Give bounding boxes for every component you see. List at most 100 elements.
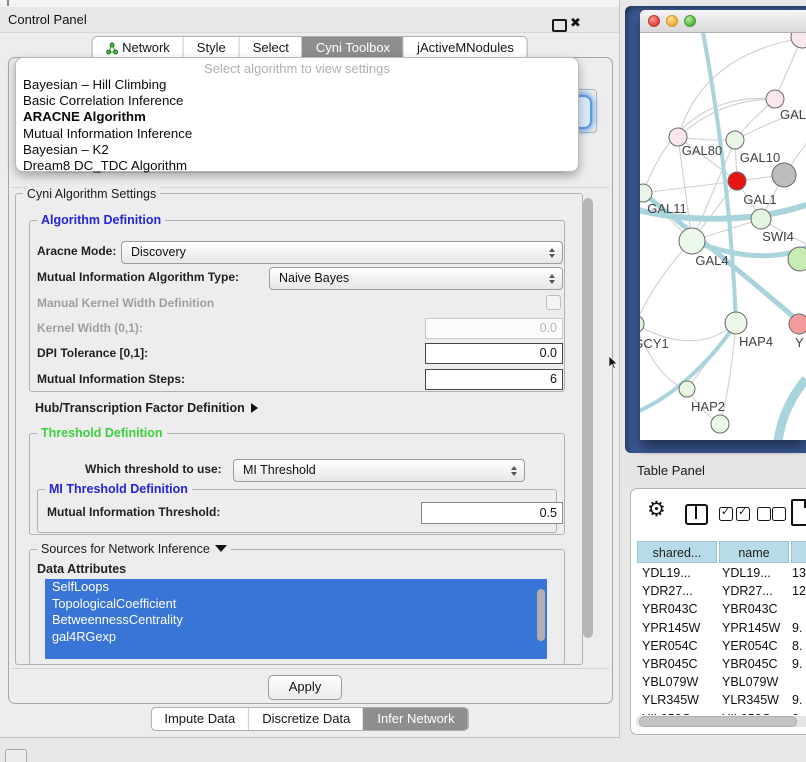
aracne-mode-combo[interactable]: Discovery bbox=[121, 241, 563, 264]
node-GAL10[interactable] bbox=[726, 131, 744, 149]
table-row[interactable]: YLR345WYLR345W9. bbox=[637, 691, 806, 709]
bottom-tab-impute-data[interactable]: Impute Data bbox=[151, 708, 248, 730]
node-gray-node[interactable] bbox=[772, 163, 796, 187]
table-cell[interactable]: YDL19... bbox=[717, 564, 787, 582]
document-icon[interactable] bbox=[791, 499, 806, 526]
dpi-tolerance-field[interactable]: 0.0 bbox=[425, 343, 563, 364]
attribute-item-topologicalcoefficient[interactable]: TopologicalCoefficient bbox=[45, 596, 547, 613]
kernel-width-field[interactable]: 0.0 bbox=[425, 318, 563, 339]
table-cell[interactable]: YPR145W bbox=[637, 619, 717, 637]
node-GCY1[interactable] bbox=[640, 315, 644, 333]
node-GAL1[interactable] bbox=[751, 209, 771, 229]
which-threshold-combo[interactable]: MI Threshold bbox=[233, 459, 525, 482]
table-cell[interactable] bbox=[787, 673, 806, 691]
table-cell[interactable]: 9. bbox=[787, 655, 806, 673]
network-window[interactable]: GAL7GAL80GAL10GAL1GAL11SWI4GAL4GCY1HAP4Y… bbox=[640, 10, 806, 440]
table-cell[interactable]: YER054C bbox=[717, 637, 787, 655]
table-row[interactable]: YBL079WYBL079W bbox=[637, 673, 806, 691]
table-row[interactable]: YPR145WYPR145W9. bbox=[637, 619, 806, 637]
table-row[interactable]: YDR27...YDR27...12 bbox=[637, 582, 806, 600]
table-cell[interactable] bbox=[787, 600, 806, 618]
table-row[interactable]: YDL19...YDL19...13 bbox=[637, 564, 806, 582]
table-cell[interactable]: YBL079W bbox=[637, 673, 717, 691]
bottom-tab-infer-network[interactable]: Infer Network bbox=[363, 708, 467, 730]
table-cell[interactable]: 13 bbox=[787, 564, 806, 582]
unchecked-checkbox-icon[interactable] bbox=[772, 507, 786, 521]
table-cell[interactable]: YDL19... bbox=[637, 564, 717, 582]
table-cell[interactable]: 12 bbox=[787, 582, 806, 600]
float-icon[interactable] bbox=[552, 19, 567, 32]
table-cell[interactable]: YLR345W bbox=[717, 691, 787, 709]
column-header-shared[interactable]: shared... bbox=[637, 541, 717, 563]
table-row[interactable]: YBR043CYBR043C bbox=[637, 600, 806, 618]
node-salmon-node[interactable] bbox=[789, 314, 806, 334]
bottom-tab-discretize-data[interactable]: Discretize Data bbox=[248, 708, 363, 730]
column-header-a[interactable]: A bbox=[791, 541, 806, 563]
table-cell[interactable]: 9 bbox=[787, 710, 806, 716]
algorithm-item-mutual-information-inference[interactable]: Mutual Information Inference bbox=[16, 126, 578, 142]
tab-style[interactable]: Style bbox=[183, 37, 239, 59]
mi-threshold-field[interactable]: 0.5 bbox=[421, 502, 563, 524]
table-cell[interactable]: YIL052C bbox=[637, 710, 717, 716]
algorithm-item-bayesian-hill-climbing[interactable]: Bayesian – Hill Climbing bbox=[16, 77, 578, 93]
table-row[interactable]: YER054CYER054C8. bbox=[637, 637, 806, 655]
close-traffic-light[interactable] bbox=[648, 15, 660, 27]
tab-select[interactable]: Select bbox=[239, 37, 302, 59]
node-HAP2[interactable] bbox=[679, 381, 695, 397]
unchecked-checkbox-icon[interactable] bbox=[757, 507, 771, 521]
attribute-list-scrollbar[interactable] bbox=[537, 589, 545, 641]
checked-checkbox-icon[interactable] bbox=[719, 507, 733, 521]
node-top-edge[interactable] bbox=[791, 33, 806, 48]
tab-cyni-toolbox[interactable]: Cyni Toolbox bbox=[302, 37, 403, 59]
mi-steps-field[interactable]: 6 bbox=[425, 369, 563, 390]
attribute-item-selfloops[interactable]: SelfLoops bbox=[45, 579, 547, 596]
table-cell[interactable]: YPR145W bbox=[717, 619, 787, 637]
horizontal-scrollbar[interactable] bbox=[636, 716, 806, 727]
node-red-node[interactable] bbox=[728, 172, 746, 190]
settings-scrollbar[interactable] bbox=[583, 198, 593, 638]
gear-icon[interactable]: ⚙ bbox=[647, 497, 666, 522]
network-graph[interactable]: GAL7GAL80GAL10GAL1GAL11SWI4GAL4GCY1HAP4Y… bbox=[640, 33, 806, 440]
algorithm-item-basic-correlation-inference[interactable]: Basic Correlation Inference bbox=[16, 93, 578, 109]
partial-button[interactable] bbox=[5, 749, 27, 762]
table-cell[interactable]: YBR045C bbox=[637, 655, 717, 673]
table-cell[interactable]: YDR27... bbox=[637, 582, 717, 600]
split-columns-icon[interactable] bbox=[685, 504, 708, 525]
tab-network[interactable]: Network bbox=[92, 37, 183, 59]
table-cell[interactable]: YLR345W bbox=[637, 691, 717, 709]
table-cell[interactable]: YBR043C bbox=[637, 600, 717, 618]
hub-section-label: Hub/Transcription Factor Definition bbox=[35, 401, 245, 415]
table-cell[interactable]: YBR043C bbox=[717, 600, 787, 618]
table-cell[interactable]: YIL052C bbox=[717, 710, 787, 716]
apply-button[interactable]: Apply bbox=[268, 675, 342, 700]
checked-checkbox-icon[interactable] bbox=[736, 507, 750, 521]
manual-kernel-checkbox[interactable] bbox=[546, 295, 561, 310]
attribute-item-gal4rgexp[interactable]: gal4RGexp bbox=[45, 629, 547, 646]
algorithm-item-aracne-algorithm[interactable]: ARACNE Algorithm bbox=[16, 109, 578, 125]
minimize-traffic-light[interactable] bbox=[666, 15, 678, 27]
node-HAP4[interactable] bbox=[725, 312, 747, 334]
close-icon[interactable]: ✖ bbox=[570, 15, 581, 31]
table-cell[interactable]: 9. bbox=[787, 691, 806, 709]
node-bottom-edge[interactable] bbox=[711, 415, 729, 433]
table-cell[interactable]: 8. bbox=[787, 637, 806, 655]
column-header-name[interactable]: name bbox=[719, 541, 789, 563]
tab-jactivemnodules[interactable]: jActiveMNodules bbox=[403, 37, 527, 59]
attribute-item-betweennesscentrality[interactable]: BetweennessCentrality bbox=[45, 612, 547, 629]
node-GAL4[interactable] bbox=[679, 228, 705, 254]
mi-type-combo[interactable]: Naive Bayes bbox=[269, 267, 563, 290]
hub-section-toggle[interactable]: Hub/Transcription Factor Definition bbox=[35, 401, 258, 415]
table-cell[interactable]: YDR27... bbox=[717, 582, 787, 600]
algorithm-item-bayesian-k2[interactable]: Bayesian – K2 bbox=[16, 142, 578, 158]
table-cell[interactable]: 9. bbox=[787, 619, 806, 637]
horizontal-scrollbar-thumb[interactable] bbox=[639, 716, 797, 727]
sources-title[interactable]: Sources for Network Inference bbox=[37, 542, 231, 556]
node-GAL7[interactable] bbox=[766, 90, 784, 108]
table-row[interactable]: YBR045CYBR045C9. bbox=[637, 655, 806, 673]
zoom-traffic-light[interactable] bbox=[684, 15, 696, 27]
table-cell[interactable]: YBL079W bbox=[717, 673, 787, 691]
algorithm-item-dream8-dc-tdc-algorithm[interactable]: Dream8 DC_TDC Algorithm bbox=[16, 158, 578, 174]
table-cell[interactable]: YBR045C bbox=[717, 655, 787, 673]
table-row[interactable]: YIL052CYIL052C9 bbox=[637, 710, 806, 716]
table-cell[interactable]: YER054C bbox=[637, 637, 717, 655]
